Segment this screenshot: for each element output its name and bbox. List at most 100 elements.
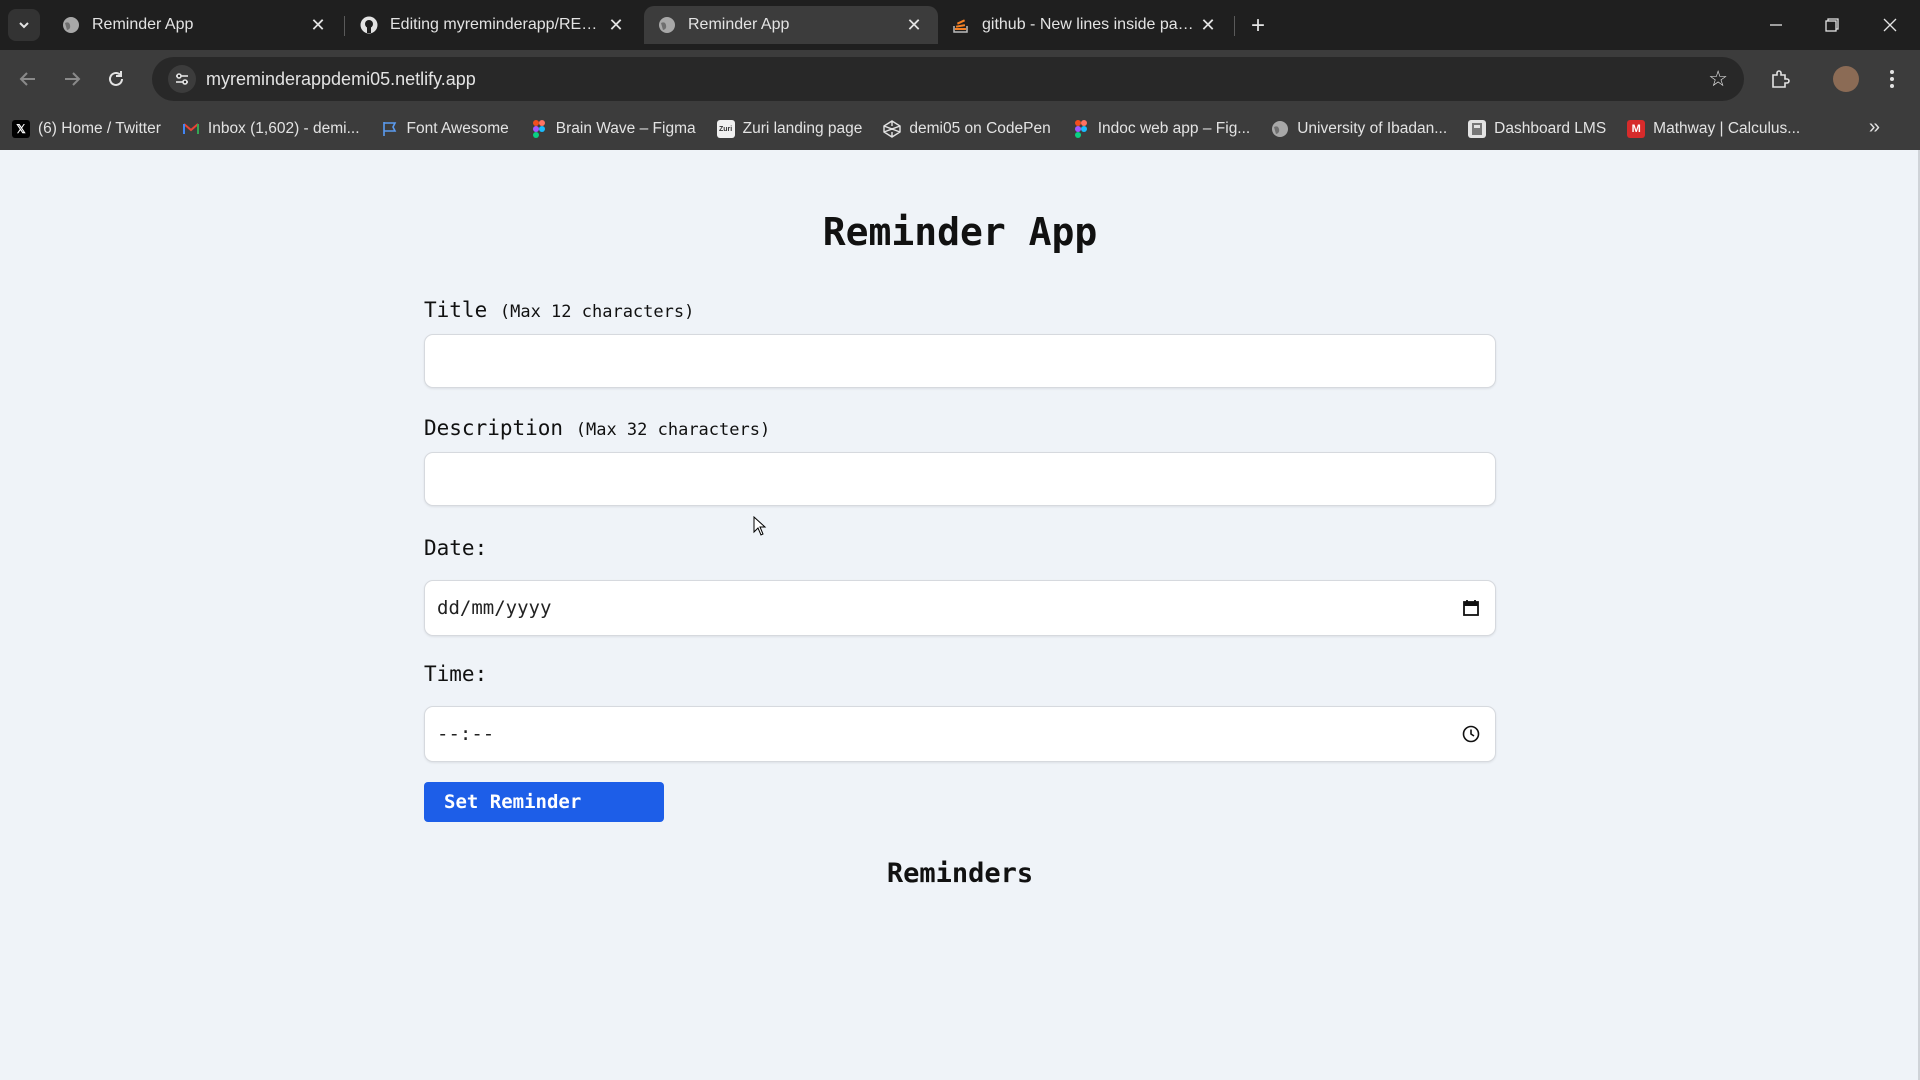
- title-label-text: Title: [424, 298, 488, 322]
- bookmark-label: demi05 on CodePen: [909, 120, 1051, 137]
- reload-icon: [109, 71, 123, 86]
- tab-title: Reminder App: [688, 16, 790, 33]
- close-icon[interactable]: ✕: [1198, 15, 1218, 35]
- bookmark-label: (6) Home / Twitter: [38, 120, 161, 137]
- bookmark-label: Brain Wave – Figma: [555, 120, 696, 137]
- new-tab-button[interactable]: +: [1244, 12, 1272, 40]
- flag-icon: [381, 120, 399, 138]
- close-icon[interactable]: ✕: [308, 15, 328, 35]
- close-icon: [1883, 18, 1897, 32]
- plus-icon: +: [1250, 12, 1265, 39]
- close-window-button[interactable]: [1870, 10, 1910, 40]
- tab-title: github - New lines inside paragraph: [982, 16, 1198, 33]
- address-bar[interactable]: myreminderappdemi05.netlify.app ☆: [152, 57, 1744, 101]
- time-input-placeholder: --:--: [437, 723, 495, 745]
- bookmark-label: Mathway | Calculus...: [1653, 120, 1801, 137]
- calendar-icon[interactable]: [1459, 596, 1483, 620]
- x-icon: 𝕏: [12, 120, 30, 138]
- tab-reminder-app-1[interactable]: Reminder App ✕: [48, 6, 342, 44]
- tab-title: Reminder App: [92, 16, 194, 33]
- bookmark-twitter[interactable]: 𝕏 (6) Home / Twitter: [12, 120, 161, 138]
- bookmark-label: Indoc web app – Fig...: [1097, 120, 1251, 137]
- profile-button[interactable]: [1830, 63, 1862, 95]
- title-input[interactable]: [424, 334, 1496, 388]
- mouse-cursor-icon: [753, 516, 767, 536]
- stackoverflow-icon: [952, 16, 970, 34]
- date-label: Date:: [424, 536, 488, 560]
- chevron-down-icon: [19, 22, 29, 29]
- bookmark-gmail[interactable]: Inbox (1,602) - demi...: [182, 120, 360, 138]
- description-hint: (Max 32 characters): [575, 420, 771, 440]
- arrow-left-icon: [19, 72, 35, 86]
- title-label: Title (Max 12 characters): [424, 298, 1496, 322]
- bookmarks-bar: 𝕏 (6) Home / Twitter Inbox (1,602) - dem…: [0, 108, 1920, 150]
- close-icon[interactable]: ✕: [606, 15, 626, 35]
- bookmark-codepen[interactable]: demi05 on CodePen: [883, 120, 1051, 138]
- restore-icon: [1825, 18, 1839, 32]
- avatar: [1833, 66, 1859, 92]
- close-icon[interactable]: ✕: [904, 15, 924, 35]
- github-icon: [360, 16, 378, 34]
- date-input-placeholder: dd/mm/yyyy: [437, 597, 552, 619]
- restore-button[interactable]: [1812, 10, 1852, 40]
- reminder-app: Reminder App Title (Max 12 characters) D…: [424, 150, 1496, 889]
- figma-icon: [530, 120, 548, 138]
- description-input[interactable]: [424, 452, 1496, 506]
- time-input[interactable]: --:--: [424, 706, 1496, 762]
- site-settings-icon[interactable]: [168, 65, 196, 93]
- bookmark-label: Zuri landing page: [742, 120, 863, 137]
- tab-title: Editing myreminderapp/README.md: [390, 16, 606, 33]
- bookmark-indoc-figma[interactable]: Indoc web app – Fig...: [1072, 120, 1251, 138]
- browser-toolbar: myreminderappdemi05.netlify.app ☆: [0, 50, 1920, 108]
- mathway-icon: M: [1627, 120, 1646, 138]
- description-label: Description (Max 32 characters): [424, 416, 1496, 440]
- arrow-right-icon: [65, 72, 81, 86]
- menu-button[interactable]: [1876, 63, 1908, 95]
- zuri-icon: Zuri: [716, 120, 735, 138]
- forward-button[interactable]: [56, 63, 88, 95]
- bookmark-university-ibadan[interactable]: University of Ibadan...: [1271, 120, 1447, 138]
- globe-icon: [1271, 120, 1289, 138]
- bookmark-zuri[interactable]: Zuri Zuri landing page: [716, 120, 863, 138]
- back-button[interactable]: [12, 63, 44, 95]
- reload-button[interactable]: [100, 63, 132, 95]
- extensions-button[interactable]: [1764, 63, 1796, 95]
- tab-strip: Reminder App ✕ Editing myreminderapp/REA…: [0, 0, 1920, 50]
- bookmark-brain-wave-figma[interactable]: Brain Wave – Figma: [530, 120, 696, 138]
- page-viewport: Reminder App Title (Max 12 characters) D…: [0, 150, 1920, 1080]
- globe-icon: [62, 16, 80, 34]
- puzzle-icon: [1772, 70, 1790, 88]
- minimize-icon: [1770, 24, 1782, 26]
- description-label-text: Description: [424, 416, 564, 440]
- reminders-heading: Reminders: [886, 858, 1034, 889]
- bookmark-font-awesome[interactable]: Font Awesome: [381, 120, 509, 138]
- bookmark-star-icon[interactable]: ☆: [1708, 66, 1728, 92]
- more-vertical-icon: [1890, 70, 1894, 88]
- date-input[interactable]: dd/mm/yyyy: [424, 580, 1496, 636]
- lms-icon: [1468, 120, 1487, 138]
- title-hint: (Max 12 characters): [499, 302, 695, 322]
- figma-icon: [1072, 120, 1090, 138]
- bookmark-label: University of Ibadan...: [1297, 120, 1448, 137]
- page-title: Reminder App: [822, 210, 1098, 254]
- clock-icon[interactable]: [1459, 722, 1483, 746]
- tab-search-button[interactable]: [8, 9, 40, 41]
- tab-github-new-lines[interactable]: github - New lines inside paragraph ✕: [938, 6, 1232, 44]
- tab-reminder-app-active[interactable]: Reminder App ✕: [644, 6, 938, 44]
- time-label: Time:: [424, 662, 488, 686]
- gmail-icon: [182, 120, 200, 138]
- set-reminder-button[interactable]: Set Reminder: [424, 782, 664, 822]
- bookmark-dashboard-lms[interactable]: Dashboard LMS: [1468, 120, 1606, 138]
- tab-separator: [1234, 16, 1235, 36]
- bookmark-mathway[interactable]: M Mathway | Calculus...: [1627, 120, 1800, 138]
- codepen-icon: [883, 120, 902, 138]
- bookmark-label: Font Awesome: [406, 120, 509, 137]
- tab-editing-readme[interactable]: Editing myreminderapp/README.md ✕: [346, 6, 640, 44]
- url-text[interactable]: myreminderappdemi05.netlify.app: [206, 69, 1708, 90]
- globe-icon: [658, 16, 676, 34]
- tab-separator: [344, 16, 345, 36]
- bookmark-label: Inbox (1,602) - demi...: [207, 120, 360, 137]
- chevron-double-right-icon[interactable]: »: [1869, 116, 1880, 139]
- minimize-button[interactable]: [1756, 10, 1796, 40]
- bookmark-label: Dashboard LMS: [1494, 120, 1607, 137]
